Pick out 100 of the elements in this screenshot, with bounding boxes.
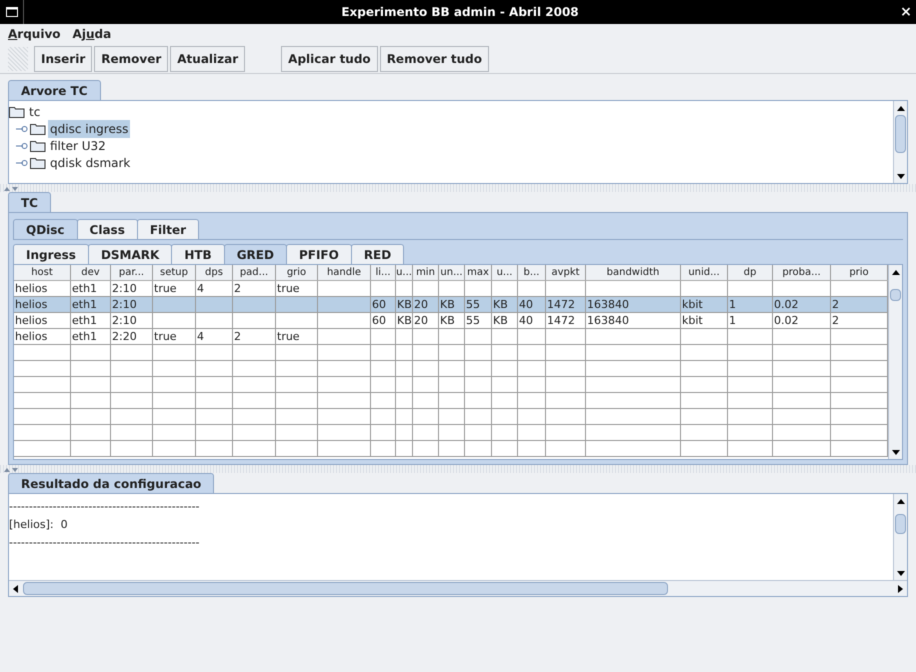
scroll-thumb[interactable] <box>895 115 906 153</box>
tab[interactable]: Arvore TC <box>8 80 100 100</box>
vertical-scrollbar[interactable] <box>888 265 902 459</box>
expand-handle-icon[interactable] <box>16 124 28 132</box>
window-title: Experimento BB admin - Abril 2008 <box>340 4 580 21</box>
table-cell: 2:10 <box>112 282 137 295</box>
column-header[interactable]: un... <box>439 265 465 280</box>
tab[interactable]: PFIFO <box>286 244 352 264</box>
table-cell: 163840 <box>587 298 629 311</box>
tab[interactable]: Class <box>76 219 138 239</box>
menu-item[interactable]: Arquivo <box>8 25 61 43</box>
down-arrow-icon[interactable] <box>896 174 904 178</box>
column-header[interactable]: unid... <box>681 265 728 280</box>
close-button[interactable]: × <box>896 2 916 22</box>
vertical-scrollbar[interactable] <box>893 101 907 183</box>
column-header[interactable]: max <box>465 265 492 280</box>
table-row[interactable]: helios eth1 2:10 60 KB 20 KB 55 KB 40 1472 163840 kbit 1 0.02 2 <box>14 297 888 313</box>
table-cell: 60 <box>372 314 386 327</box>
table-cell: 2:10 <box>112 298 137 311</box>
vertical-scrollbar[interactable] <box>893 494 907 580</box>
table-cell: helios <box>15 330 48 343</box>
tree-item[interactable]: qdisk dsmark <box>48 154 132 172</box>
table-cell: 20 <box>414 298 428 311</box>
tab[interactable]: HTB <box>171 244 225 264</box>
up-arrow-icon[interactable] <box>896 498 904 504</box>
down-arrow-icon[interactable] <box>896 570 904 576</box>
column-header[interactable]: b... <box>518 265 546 280</box>
column-header[interactable]: bandwidth <box>586 265 681 280</box>
expand-handle-icon[interactable] <box>16 142 28 150</box>
table-cell: KB <box>440 314 455 327</box>
column-header[interactable]: grio <box>276 265 318 280</box>
table-cell: true <box>154 282 177 295</box>
column-header[interactable]: dps <box>196 265 233 280</box>
table-cell: helios <box>15 298 48 311</box>
table-cell: eth1 <box>72 314 98 327</box>
table-cell: helios <box>15 282 48 295</box>
table-cell: KB <box>397 314 412 327</box>
output-line: ------------------------------------------------ <box>9 500 200 513</box>
up-arrow-icon[interactable] <box>892 270 900 274</box>
folder-icon <box>30 122 46 134</box>
expand-handle-icon[interactable] <box>16 158 28 166</box>
folder-icon <box>30 140 46 152</box>
column-header[interactable]: handle <box>318 265 371 280</box>
tab[interactable]: Ingress <box>13 244 89 264</box>
toolbar-button[interactable]: Inserir <box>34 46 92 72</box>
column-header[interactable]: u... <box>492 265 518 280</box>
table-cell: 60 <box>372 298 386 311</box>
scroll-thumb[interactable] <box>890 289 901 301</box>
menu-item[interactable]: Ajuda <box>72 25 112 43</box>
toolbar-button[interactable]: Atualizar <box>170 46 246 72</box>
tab[interactable]: RED <box>350 244 404 264</box>
tree-item[interactable]: qdisc ingress <box>48 120 130 138</box>
collapse-arrows-icon[interactable] <box>4 466 18 472</box>
toolbar-button[interactable]: Remover <box>94 46 168 72</box>
table-cell: 2:20 <box>112 330 137 343</box>
column-header[interactable]: setup <box>153 265 196 280</box>
tree-item[interactable]: filter U32 <box>48 136 108 154</box>
table-row[interactable]: helios eth1 2:20 true 4 2 true <box>14 329 888 345</box>
toolbar-button[interactable]: Aplicar tudo <box>281 46 378 72</box>
table-cell: helios <box>15 314 48 327</box>
up-arrow-icon[interactable] <box>896 106 904 110</box>
table-cell: KB <box>440 298 455 311</box>
column-header[interactable]: pad... <box>233 265 276 280</box>
table-cell: 40 <box>519 298 533 311</box>
table-cell: 4 <box>197 282 204 295</box>
column-header[interactable]: min <box>413 265 439 280</box>
tab[interactable]: Filter <box>136 219 200 239</box>
table-cell: eth1 <box>72 298 98 311</box>
column-header[interactable]: proba... <box>773 265 831 280</box>
table-row[interactable]: helios eth1 2:10 60 KB 20 KB 55 KB 40 1472 163840 kbit 1 0.02 2 <box>14 313 888 329</box>
tab[interactable]: TC <box>8 192 51 212</box>
table-cell: 1472 <box>547 298 575 311</box>
column-header[interactable]: li... <box>371 265 396 280</box>
column-header[interactable]: par... <box>111 265 153 280</box>
toolbar-button[interactable]: Remover tudo <box>380 46 489 72</box>
scroll-thumb[interactable] <box>895 514 906 534</box>
table-cell: eth1 <box>72 282 98 295</box>
table-cell: 2 <box>234 282 241 295</box>
scroll-thumb[interactable] <box>23 582 668 595</box>
collapse-arrows-icon[interactable] <box>4 186 18 190</box>
tree-item[interactable]: tc <box>27 102 42 120</box>
table-cell: eth1 <box>72 330 98 343</box>
tab[interactable]: Resultado da configuracao <box>8 473 214 493</box>
table-cell: 20 <box>414 314 428 327</box>
table-cell: true <box>277 330 300 343</box>
column-header[interactable]: avpkt <box>546 265 586 280</box>
column-header[interactable]: u... <box>396 265 413 280</box>
window-menu-icon[interactable] <box>6 7 18 17</box>
table-cell: 2 <box>832 314 839 327</box>
table-cell: KB <box>397 298 412 311</box>
table-cell: 2 <box>234 330 241 343</box>
down-arrow-icon[interactable] <box>892 450 900 454</box>
toolbar-grip[interactable] <box>8 46 28 70</box>
column-header[interactable]: dev <box>71 265 111 280</box>
column-header[interactable]: host <box>14 265 71 280</box>
tab[interactable]: QDisc <box>13 219 78 239</box>
column-header[interactable]: dp <box>728 265 773 280</box>
horizontal-scrollbar[interactable] <box>9 580 907 596</box>
tab[interactable]: DSMARK <box>88 244 172 264</box>
table-cell: 55 <box>466 314 480 327</box>
